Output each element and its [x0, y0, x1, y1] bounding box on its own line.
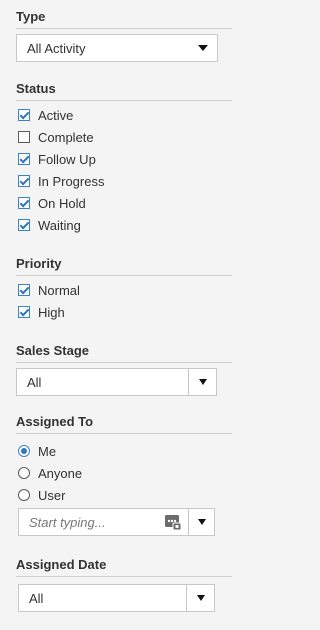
checkbox[interactable] [18, 197, 30, 209]
priority-option-label: High [38, 304, 65, 320]
assigned-to-option-label: User [38, 487, 66, 503]
chevron-down-icon [198, 45, 208, 51]
checkbox[interactable] [18, 284, 30, 296]
type-select[interactable]: All Activity [16, 34, 218, 62]
priority-option-high[interactable]: High [18, 304, 65, 320]
sales-stage-select[interactable]: All [16, 368, 217, 396]
type-select-value: All Activity [27, 40, 86, 56]
status-option-in-progress[interactable]: In Progress [18, 173, 104, 189]
dropdown-button[interactable] [188, 369, 216, 395]
status-option-label: On Hold [38, 195, 86, 211]
assigned-to-option-me[interactable]: Me [18, 443, 56, 459]
checkbox[interactable] [18, 219, 30, 231]
sales-stage-select-value: All [27, 374, 42, 390]
dropdown-button[interactable] [186, 585, 214, 611]
chevron-down-icon [197, 519, 206, 525]
radio-button[interactable] [18, 489, 30, 501]
assigned-to-option-anyone[interactable]: Anyone [18, 465, 82, 481]
sales-stage-section-title: Sales Stage [16, 343, 232, 363]
assigned-date-section-title: Assigned Date [16, 557, 232, 577]
chevron-down-icon [196, 595, 205, 601]
status-option-label: Complete [38, 129, 94, 145]
status-option-complete[interactable]: Complete [18, 129, 94, 145]
assigned-to-option-user[interactable]: User [18, 487, 65, 503]
status-option-waiting[interactable]: Waiting [18, 217, 81, 233]
assigned-to-option-label: Me [38, 443, 57, 459]
assigned-to-section-title: Assigned To [16, 414, 232, 434]
checkbox[interactable] [18, 306, 30, 318]
checkbox[interactable] [18, 153, 30, 165]
checkbox[interactable] [18, 175, 30, 187]
checkbox[interactable] [18, 109, 30, 121]
chevron-down-icon [198, 379, 207, 385]
status-option-follow-up[interactable]: Follow Up [18, 151, 96, 167]
address-book-icon[interactable] [164, 513, 182, 531]
type-section-title: Type [16, 9, 232, 29]
user-search-input[interactable] [19, 509, 164, 535]
filter-panel: Type All Activity Status Active Complete… [0, 0, 236, 630]
status-option-active[interactable]: Active [18, 107, 73, 123]
checkbox[interactable] [18, 131, 30, 143]
dropdown-button[interactable] [188, 509, 214, 535]
priority-section-title: Priority [16, 256, 232, 276]
priority-option-label: Normal [38, 282, 80, 298]
priority-option-normal[interactable]: Normal [18, 282, 80, 298]
user-lookup-field[interactable] [18, 508, 215, 536]
status-option-on-hold[interactable]: On Hold [18, 195, 86, 211]
status-option-label: Follow Up [38, 151, 96, 167]
radio-button[interactable] [18, 467, 30, 479]
radio-button[interactable] [18, 445, 30, 457]
status-option-label: In Progress [38, 173, 105, 189]
status-section-title: Status [16, 81, 232, 101]
assigned-date-select-value: All [29, 590, 44, 606]
assigned-to-option-label: Anyone [38, 465, 83, 481]
status-option-label: Waiting [38, 217, 81, 233]
status-option-label: Active [38, 107, 74, 123]
assigned-date-select[interactable]: All [18, 584, 215, 612]
